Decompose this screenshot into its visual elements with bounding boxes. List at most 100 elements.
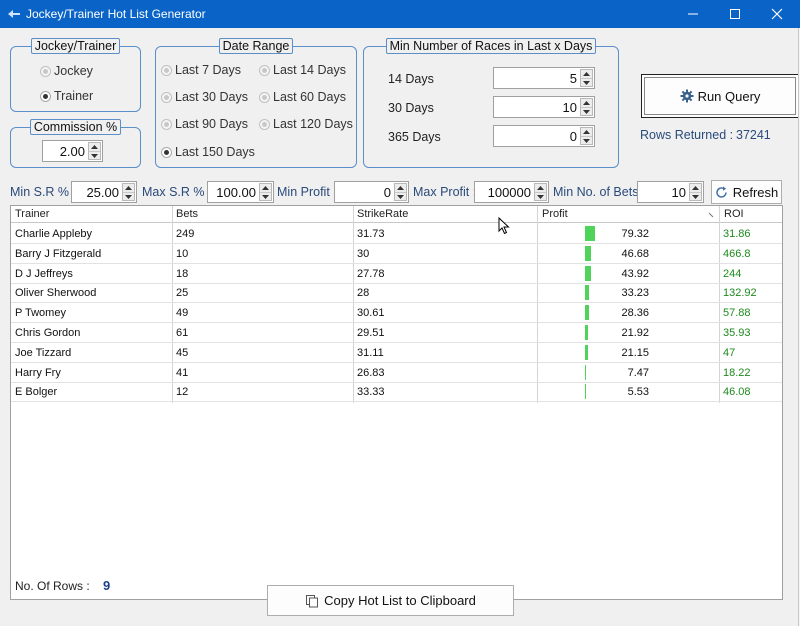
min-bets-stepper[interactable]: 10 bbox=[637, 181, 704, 203]
radio-last-150-days[interactable]: Last 150 Days bbox=[161, 145, 255, 159]
close-icon bbox=[771, 8, 783, 20]
spin-down-icon[interactable] bbox=[123, 192, 134, 200]
spin-down-icon[interactable] bbox=[535, 192, 546, 200]
cell-bets: 10 bbox=[176, 247, 189, 260]
profit-bar bbox=[585, 384, 586, 400]
cell-roi: 46.08 bbox=[723, 386, 751, 399]
spin-up-icon[interactable] bbox=[260, 184, 271, 192]
max-sr-value: 100.00 bbox=[216, 185, 256, 200]
spin-down-icon[interactable] bbox=[581, 78, 592, 86]
table-row[interactable]: Chris Gordon 61 29.51 21.92 35.93 bbox=[11, 323, 782, 343]
close-button[interactable] bbox=[757, 0, 797, 28]
radio-last-30-days[interactable]: Last 30 Days bbox=[161, 90, 248, 104]
radio-label: Last 30 Days bbox=[175, 90, 248, 104]
spin-down-icon[interactable] bbox=[581, 107, 592, 115]
spin-up-icon[interactable] bbox=[690, 184, 701, 192]
spin-arrows[interactable] bbox=[534, 183, 547, 201]
commission-stepper[interactable]: 2.00 bbox=[42, 140, 103, 162]
spin-arrows[interactable] bbox=[259, 183, 272, 201]
max-sr-stepper[interactable]: 100.00 bbox=[207, 181, 274, 203]
table-row[interactable]: Joe Tizzard 45 31.11 21.15 47 bbox=[11, 343, 782, 363]
spin-down-icon[interactable] bbox=[581, 136, 592, 144]
spin-up-icon[interactable] bbox=[123, 184, 134, 192]
cell-profit: 33.23 bbox=[621, 287, 649, 300]
radio-dot bbox=[259, 118, 270, 130]
cell-roi: 47 bbox=[723, 346, 736, 359]
min-races-14-value: 5 bbox=[569, 71, 577, 86]
radio-last-90-days[interactable]: Last 90 Days bbox=[161, 117, 248, 131]
column-header-trainer[interactable]: Trainer bbox=[15, 208, 49, 220]
spin-up-icon[interactable] bbox=[395, 184, 406, 192]
radio-last-120-days[interactable]: Last 120 Days bbox=[259, 117, 353, 131]
cell-profit: 46.68 bbox=[621, 247, 649, 260]
min-races-365-stepper[interactable]: 0 bbox=[493, 125, 595, 147]
min-sr-stepper[interactable]: 25.00 bbox=[71, 181, 137, 203]
spin-arrows[interactable] bbox=[580, 69, 593, 87]
radio-trainer-label: Trainer bbox=[54, 89, 94, 103]
copy-hot-list-button[interactable]: Copy Hot List to Clipboard bbox=[267, 585, 514, 616]
maximize-button[interactable] bbox=[715, 0, 755, 28]
refresh-button[interactable]: Refresh bbox=[711, 180, 782, 204]
cell-profit: 7.47 bbox=[627, 366, 649, 379]
spin-down-icon[interactable] bbox=[395, 192, 406, 200]
column-header-profit[interactable]: Profit bbox=[542, 208, 568, 220]
table-row[interactable]: Charlie Appleby 249 31.73 79.32 31.86 bbox=[11, 224, 782, 244]
radio-trainer[interactable]: Trainer bbox=[40, 89, 93, 103]
radio-label: Last 120 Days bbox=[273, 117, 353, 131]
spin-arrows[interactable] bbox=[689, 183, 702, 201]
cell-trainer: Charlie Appleby bbox=[15, 228, 93, 240]
table-row[interactable]: Oliver Sherwood 25 28 33.23 132.92 bbox=[11, 283, 782, 304]
spin-arrows[interactable] bbox=[580, 98, 593, 116]
cell-strikerate: 31.73 bbox=[357, 228, 385, 240]
max-profit-stepper[interactable]: 100000 bbox=[474, 181, 549, 203]
hot-list-grid[interactable]: Trainer Bets StrikeRate Profit ROI Charl… bbox=[10, 205, 783, 600]
minimize-button[interactable] bbox=[673, 0, 713, 28]
spin-arrows[interactable] bbox=[580, 127, 593, 145]
spin-down-icon[interactable] bbox=[260, 192, 271, 200]
radio-label: Last 14 Days bbox=[273, 63, 346, 77]
column-header-roi[interactable]: ROI bbox=[724, 208, 744, 220]
radio-last-60-days[interactable]: Last 60 Days bbox=[259, 90, 346, 104]
spin-arrows[interactable] bbox=[122, 183, 135, 201]
refresh-label: Refresh bbox=[732, 184, 779, 200]
cell-trainer: Joe Tizzard bbox=[15, 346, 72, 359]
spin-up-icon[interactable] bbox=[535, 184, 546, 192]
max-profit-value: 100000 bbox=[487, 185, 531, 200]
spin-up-icon[interactable] bbox=[581, 70, 592, 78]
min-races-legend: Min Number of Races in Last x Days bbox=[385, 38, 597, 54]
table-row[interactable]: D J Jeffreys 18 27.78 43.92 244 bbox=[11, 264, 782, 284]
run-query-label: Run Query bbox=[697, 88, 761, 104]
column-header-strikerate[interactable]: StrikeRate bbox=[357, 208, 408, 220]
min-races-30-stepper[interactable]: 10 bbox=[493, 96, 595, 118]
min-races-14-stepper[interactable]: 5 bbox=[493, 67, 595, 89]
table-row[interactable]: Barry J Fitzgerald 10 30 46.68 466.8 bbox=[11, 244, 782, 264]
table-row[interactable]: E Bolger 12 33.33 5.53 46.08 bbox=[11, 382, 782, 403]
cell-trainer: E Bolger bbox=[15, 386, 58, 399]
rows-returned-label: Rows Returned : bbox=[640, 128, 734, 142]
table-row[interactable]: P Twomey 49 30.61 28.36 57.88 bbox=[11, 303, 782, 324]
min-profit-value: 0 bbox=[383, 185, 391, 200]
cell-bets: 12 bbox=[176, 386, 189, 399]
profit-bar bbox=[585, 344, 588, 360]
run-query-button[interactable]: Run Query bbox=[641, 74, 799, 118]
row-count-value: 9 bbox=[103, 578, 111, 593]
column-header-bets[interactable]: Bets bbox=[176, 208, 198, 220]
spin-up-icon[interactable] bbox=[581, 128, 592, 136]
min-races-365-label: 365 Days bbox=[388, 130, 441, 144]
spin-down-icon[interactable] bbox=[690, 192, 701, 200]
spin-arrows[interactable] bbox=[394, 183, 407, 201]
table-row[interactable]: Harry Fry 41 26.83 7.47 18.22 bbox=[11, 363, 782, 383]
spin-up-icon[interactable] bbox=[89, 143, 100, 151]
commission-spin-arrows[interactable] bbox=[88, 142, 101, 160]
min-profit-stepper[interactable]: 0 bbox=[334, 181, 409, 203]
spin-down-icon[interactable] bbox=[89, 151, 100, 159]
title-bar[interactable]: Jockey/Trainer Hot List Generator bbox=[0, 0, 800, 28]
radio-jockey[interactable]: Jockey bbox=[40, 64, 93, 78]
radio-last-14-days[interactable]: Last 14 Days bbox=[259, 63, 346, 77]
spin-up-icon[interactable] bbox=[581, 99, 592, 107]
radio-last-7-days[interactable]: Last 7 Days bbox=[161, 63, 241, 77]
cell-strikerate: 27.78 bbox=[357, 267, 385, 280]
commission-legend: Commission % bbox=[29, 119, 122, 135]
profit-bar bbox=[585, 226, 595, 241]
radio-label: Last 150 Days bbox=[175, 145, 255, 159]
